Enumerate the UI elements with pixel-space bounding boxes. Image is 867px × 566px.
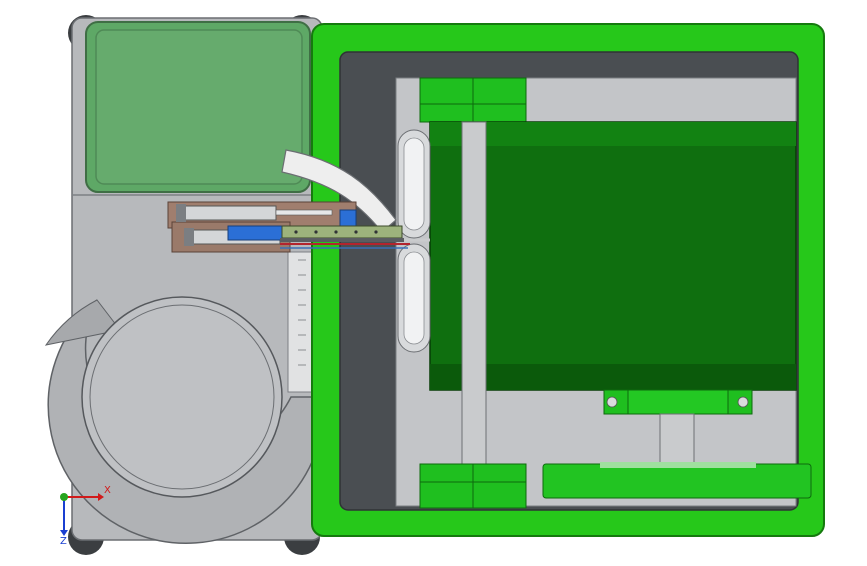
cad-viewport[interactable]: X Z: [0, 0, 867, 562]
bottom-belt-pulley[interactable]: [542, 463, 812, 499]
green-hopper-inner: [95, 29, 303, 185]
cad-model-view[interactable]: X Z: [0, 0, 867, 562]
upper-cylinder: [179, 205, 277, 221]
upper-cylinder-rod: [275, 209, 333, 216]
lower-cylinder-cap: [184, 228, 194, 246]
motor-foot-bearing: [627, 389, 729, 415]
vertical-shaft: [461, 121, 487, 469]
feed-track: [287, 251, 315, 393]
pulley-disc-lower-face: [403, 251, 425, 345]
y-axis-dot: [60, 493, 68, 501]
upper-cylinder-cap: [176, 204, 186, 222]
bottom-pulley-hub: [600, 462, 756, 468]
pulley-disc-upper-face: [403, 137, 425, 231]
motor-foot-bolt-right: [737, 396, 749, 408]
x-axis-label: X: [104, 485, 111, 496]
feed-bowl[interactable]: [81, 296, 283, 498]
slide-rail-shadow: [280, 238, 404, 242]
motor-output-shaft: [659, 413, 695, 465]
motor-foot-bolt-left: [606, 396, 618, 408]
z-axis-label: Z: [60, 536, 67, 547]
slide-rail: [281, 225, 403, 239]
